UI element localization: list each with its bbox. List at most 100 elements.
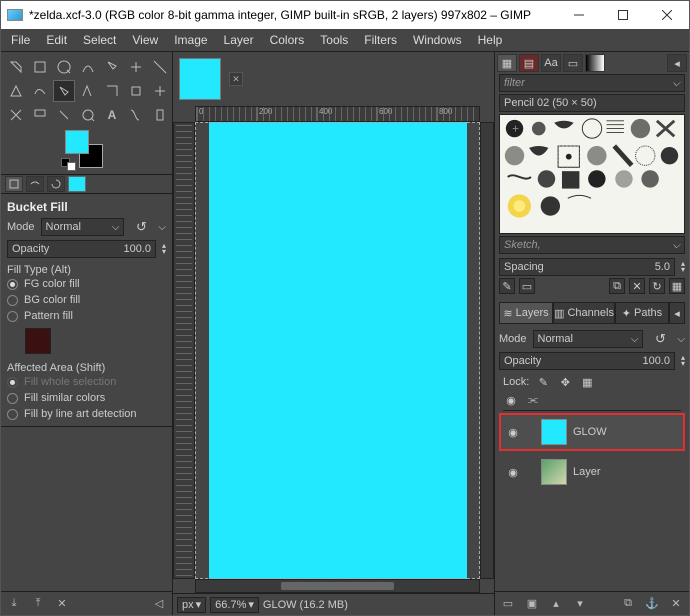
minimize-button[interactable] (557, 1, 601, 29)
chevron-down-icon[interactable] (677, 333, 685, 345)
refresh-brush-icon[interactable]: ↻ (649, 278, 665, 294)
lower-layer-icon[interactable]: ▾ (573, 597, 587, 611)
maximize-button[interactable] (601, 1, 645, 29)
visibility-toggle-icon[interactable]: ◉ (505, 466, 521, 479)
lock-pixels-icon[interactable]: ✎ (535, 374, 551, 390)
save-icon[interactable]: ⤓ (7, 597, 21, 611)
fonts-tab[interactable]: Aa (541, 54, 561, 72)
paths-tab[interactable]: ✦ Paths (615, 302, 669, 324)
color-swatches[interactable] (61, 130, 121, 174)
tool-11[interactable] (101, 80, 123, 102)
images-tab[interactable] (68, 176, 86, 192)
ruler-vertical[interactable] (173, 122, 195, 579)
chevron-down-icon[interactable] (158, 221, 166, 233)
fill-type-radio[interactable]: FG color fill (7, 276, 166, 292)
channels-tab[interactable]: ▥ Channels (553, 302, 615, 324)
reset-icon[interactable] (649, 330, 671, 348)
menu-view[interactable]: View (124, 31, 166, 49)
canvas[interactable] (209, 122, 467, 579)
unit-select[interactable]: px ▾ (177, 597, 206, 613)
tool-13[interactable] (149, 80, 171, 102)
menu-file[interactable]: File (3, 31, 38, 49)
tool-4[interactable] (101, 56, 123, 78)
visibility-toggle-icon[interactable]: ◉ (505, 426, 521, 439)
layer-opacity-slider[interactable]: Opacity100.0 (499, 352, 675, 370)
duplicate-brush-icon[interactable]: ⧉ (609, 278, 625, 294)
fill-type-radio[interactable]: BG color fill (7, 292, 166, 308)
tool-8[interactable] (29, 80, 51, 102)
image-tab-thumb[interactable] (179, 58, 221, 100)
patterns-tab[interactable]: ▤ (519, 54, 539, 72)
menu-select[interactable]: Select (75, 31, 124, 49)
tool-12[interactable] (125, 80, 147, 102)
scrollbar-horizontal[interactable] (195, 579, 480, 593)
reset-icon[interactable] (130, 218, 152, 236)
layer-name[interactable]: GLOW (573, 426, 607, 438)
close-button[interactable] (645, 1, 689, 29)
tool-5[interactable] (125, 56, 147, 78)
reset-icon[interactable]: ◁ (152, 597, 166, 611)
mode-select[interactable]: Normal (41, 218, 125, 236)
new-layer-icon[interactable]: ▭ (501, 597, 515, 611)
restore-icon[interactable]: ⤒ (31, 597, 45, 611)
delete-layer-icon[interactable]: ✕ (669, 597, 683, 611)
undo-history-tab[interactable] (47, 176, 65, 192)
layer-row[interactable]: ◉ Layer (499, 453, 685, 491)
spacing-slider[interactable]: Spacing5.0 (499, 258, 675, 276)
layers-tab[interactable]: ≋ Layers (499, 302, 553, 324)
configure-tab-icon[interactable]: ◂ (669, 302, 685, 324)
brush-grid[interactable] (499, 114, 685, 234)
delete-icon[interactable]: ✕ (55, 597, 69, 611)
brush-preset-select[interactable]: Sketch, (499, 236, 685, 254)
tool-20[interactable] (149, 104, 171, 126)
lock-position-icon[interactable]: ✥ (557, 374, 573, 390)
fill-type-radio[interactable]: Pattern fill (7, 308, 166, 324)
delete-brush-icon[interactable]: ✕ (629, 278, 645, 294)
default-colors-icon-2[interactable] (67, 162, 76, 171)
tool-0[interactable] (5, 56, 27, 78)
canvas-viewport[interactable] (195, 122, 480, 579)
opacity-slider[interactable]: Opacity100.0 (7, 240, 156, 258)
menu-layer[interactable]: Layer (216, 31, 262, 49)
duplicate-layer-icon[interactable]: ⧉ (621, 597, 635, 611)
layer-name[interactable]: Layer (573, 466, 601, 478)
brush-filter-input[interactable]: filter (499, 74, 685, 92)
configure-tab-icon[interactable]: ◂ (667, 54, 687, 72)
tool-16[interactable] (53, 104, 75, 126)
tool-19[interactable] (125, 104, 147, 126)
edit-brush-icon[interactable]: ✎ (499, 278, 515, 294)
menu-colors[interactable]: Colors (262, 31, 313, 49)
zoom-select[interactable]: 66.7% ▾ (210, 597, 259, 613)
new-brush-icon[interactable]: ▭ (519, 278, 535, 294)
menu-edit[interactable]: Edit (38, 31, 75, 49)
fg-color-swatch[interactable] (65, 130, 89, 154)
history-tab[interactable]: ▭ (563, 54, 583, 72)
anchor-layer-icon[interactable]: ⚓ (645, 597, 659, 611)
device-status-tab[interactable] (26, 176, 44, 192)
layer-group-icon[interactable]: ▣ (525, 597, 539, 611)
tool-7[interactable] (5, 80, 27, 102)
tool-14[interactable] (5, 104, 27, 126)
gradients-tab[interactable] (585, 54, 605, 72)
affected-area-radio[interactable]: Fill by line art detection (7, 406, 166, 422)
menu-windows[interactable]: Windows (405, 31, 470, 49)
ruler-horizontal[interactable]: 0200400600800 (195, 106, 480, 122)
tool-6[interactable] (149, 56, 171, 78)
open-as-image-icon[interactable]: ▦ (669, 278, 685, 294)
menu-filters[interactable]: Filters (356, 31, 405, 49)
layer-row[interactable]: ◉ GLOW (499, 413, 685, 451)
tool-1[interactable] (29, 56, 51, 78)
menu-help[interactable]: Help (470, 31, 511, 49)
close-image-tab[interactable]: ✕ (229, 72, 243, 86)
tool-9[interactable] (53, 80, 75, 102)
tool-17[interactable] (77, 104, 99, 126)
tool-15[interactable] (29, 104, 51, 126)
scrollbar-vertical[interactable] (480, 122, 494, 579)
tool-3[interactable] (77, 56, 99, 78)
pattern-swatch[interactable] (25, 328, 51, 354)
menu-image[interactable]: Image (166, 31, 215, 49)
affected-area-radio[interactable]: Fill similar colors (7, 390, 166, 406)
layer-mode-select[interactable]: Normal (533, 330, 644, 348)
tool-10[interactable] (77, 80, 99, 102)
tool-18[interactable]: A (101, 104, 123, 126)
